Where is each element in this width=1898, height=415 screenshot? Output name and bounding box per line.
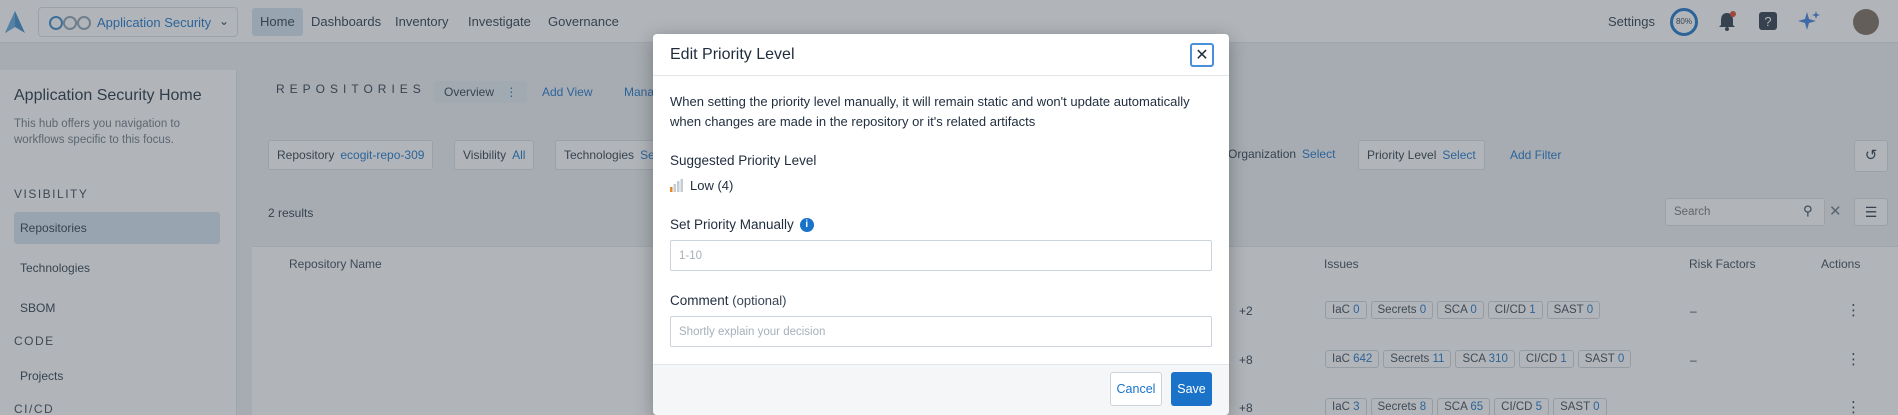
- save-button[interactable]: Save: [1171, 372, 1212, 406]
- manual-priority-label-text: Set Priority Manually: [670, 217, 794, 232]
- dialog-title: Edit Priority Level: [670, 46, 795, 63]
- signal-bars-icon: [670, 179, 683, 192]
- edit-priority-dialog: Edit Priority Level ✕ When setting the p…: [653, 34, 1229, 415]
- suggested-priority-label: Suggested Priority Level: [670, 153, 817, 168]
- cancel-button[interactable]: Cancel: [1110, 372, 1162, 406]
- comment-label-text: Comment: [670, 293, 729, 308]
- comment-input[interactable]: [670, 316, 1212, 347]
- info-icon[interactable]: i: [799, 218, 814, 233]
- dialog-description: When setting the priority level manually…: [670, 94, 1190, 129]
- close-icon[interactable]: ✕: [1190, 43, 1214, 67]
- comment-label: Comment (optional): [670, 293, 786, 308]
- priority-input[interactable]: [670, 240, 1212, 271]
- manual-priority-label: Set Priority Manually i: [670, 217, 814, 233]
- dialog-footer: Cancel Save: [653, 364, 1229, 415]
- divider: [653, 75, 1229, 76]
- comment-optional: (optional): [732, 293, 787, 308]
- suggested-priority-value: Low (4): [690, 178, 734, 193]
